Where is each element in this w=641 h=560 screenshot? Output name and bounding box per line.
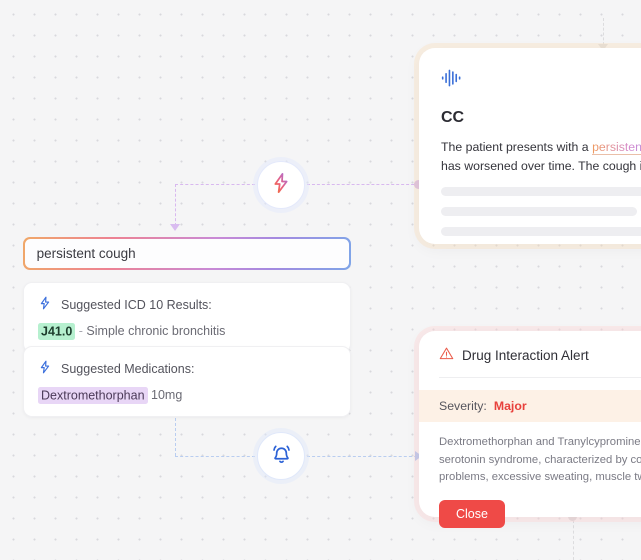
- severity-value: Major: [493, 399, 527, 413]
- suggested-icd-result: J41.0 - Simple chronic bronchitis: [38, 322, 336, 340]
- alert-header: Drug Interaction Alert: [419, 346, 641, 377]
- medication-dose: 10mg: [151, 388, 183, 402]
- alert-severity-row: Severity: Major: [419, 390, 641, 422]
- lightning-node[interactable]: [257, 161, 305, 209]
- connector-prompt-drop: [175, 184, 176, 226]
- lightning-icon: [270, 172, 292, 199]
- flow-canvas: persistent cough Suggested ICD 10 Result…: [0, 0, 641, 560]
- suggested-icd-card[interactable]: Suggested ICD 10 Results: J41.0 - Simple…: [23, 282, 351, 353]
- notification-node[interactable]: [257, 432, 305, 480]
- drug-interaction-alert-card[interactable]: Drug Interaction Alert Severity: Major De…: [419, 331, 641, 528]
- suggested-icd-title: Suggested ICD 10 Results:: [61, 297, 212, 312]
- severity-label: Severity:: [439, 399, 487, 413]
- alert-body-line-1: Dextromethorphan and Tranylcypromine's c…: [439, 436, 641, 448]
- icd-description: Simple chronic bronchitis: [86, 324, 226, 338]
- lightning-icon: [38, 360, 52, 377]
- cc-card-text-line2: has worsened over time. The cough is dry: [441, 159, 641, 173]
- connector-bell-left: [175, 456, 255, 457]
- close-button[interactable]: Close: [439, 499, 505, 528]
- cc-transcript-card[interactable]: CC The patient presents with a persisten…: [419, 48, 641, 244]
- prompt-input-wrapper: persistent cough: [23, 237, 351, 270]
- cc-skeleton-line-1: [441, 187, 641, 196]
- connector-prompt-arrow: [170, 224, 180, 231]
- cc-skeleton-line-2: [441, 207, 637, 216]
- cc-highlighted-term[interactable]: persistent co: [592, 140, 641, 155]
- prompt-input[interactable]: persistent cough: [24, 238, 350, 269]
- cc-text-prefix: The patient presents with a: [441, 140, 593, 154]
- connector-lightning-right: [307, 184, 419, 185]
- suggested-medications-title: Suggested Medications:: [61, 361, 195, 376]
- alert-body-line-3: problems, excessive sweating, muscle twi…: [439, 471, 641, 483]
- suggested-medications-header: Suggested Medications:: [38, 360, 336, 377]
- lightning-icon: [38, 296, 52, 313]
- prompt-input-value: persistent cough: [36, 246, 136, 261]
- suggested-medications-card[interactable]: Suggested Medications: Dextromethorphan …: [23, 346, 351, 417]
- alert-body-line-2: serotonin syndrome, characterized by con…: [439, 453, 641, 466]
- suggested-icd-header: Suggested ICD 10 Results:: [38, 296, 336, 313]
- icd-separator: -: [78, 324, 83, 338]
- alert-title: Drug Interaction Alert: [462, 347, 589, 363]
- cc-skeleton-line-3: [441, 227, 641, 236]
- alert-divider: [439, 377, 641, 378]
- connector-lightning-left: [175, 184, 255, 185]
- cc-card-text-line1: The patient presents with a persistent c…: [441, 138, 641, 157]
- suggested-medication-result: Dextromethorphan 10mg: [38, 386, 336, 404]
- bell-icon: [270, 442, 293, 470]
- audio-waveform-icon: [441, 69, 463, 92]
- connector-bell-right: [307, 456, 417, 457]
- icd-code-chip: J41.0: [38, 322, 76, 340]
- cc-card-title: CC: [441, 109, 465, 126]
- warning-triangle-icon: [439, 346, 454, 364]
- medication-name-chip: Dextromethorphan: [38, 386, 148, 404]
